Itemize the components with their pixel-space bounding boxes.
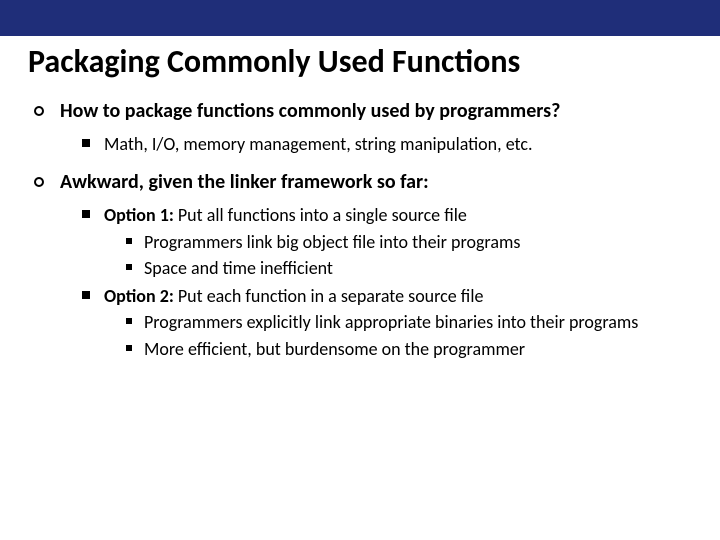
option-2-sub-2: More efficient, but burdensome on the pr… xyxy=(126,337,692,361)
bullet-1-sublist: Math, I/O, memory management, string man… xyxy=(60,132,692,156)
option-2-label: Option 2: xyxy=(104,285,174,307)
option-1: Option 1: Put all functions into a singl… xyxy=(82,203,692,280)
slide-content: Packaging Commonly Used Functions How to… xyxy=(0,36,720,361)
option-1-sub-1: Programmers link big object file into th… xyxy=(126,230,692,254)
bullet-2-sublist: Option 1: Put all functions into a singl… xyxy=(60,203,692,361)
option-1-sub-2: Space and time inefficient xyxy=(126,256,692,280)
option-1-text: Put all functions into a single source f… xyxy=(174,204,467,226)
slide-title: Packaging Commonly Used Functions xyxy=(28,42,692,81)
bullet-1-sub-1: Math, I/O, memory management, string man… xyxy=(82,132,692,156)
option-1-sublist: Programmers link big object file into th… xyxy=(104,230,692,281)
option-2-sublist: Programmers explicitly link appropriate … xyxy=(104,310,692,361)
bullet-1: How to package functions commonly used b… xyxy=(34,99,692,156)
bullet-2-head: Awkward, given the linker framework so f… xyxy=(60,170,692,195)
bullet-list: How to package functions commonly used b… xyxy=(28,99,692,361)
option-2-sub-1: Programmers explicitly link appropriate … xyxy=(126,310,692,334)
bullet-2: Awkward, given the linker framework so f… xyxy=(34,170,692,361)
bullet-1-head: How to package functions commonly used b… xyxy=(60,99,692,124)
option-2: Option 2: Put each function in a separat… xyxy=(82,284,692,361)
option-1-label: Option 1: xyxy=(104,204,174,226)
title-bar xyxy=(0,0,720,36)
option-2-text: Put each function in a separate source f… xyxy=(174,285,484,307)
